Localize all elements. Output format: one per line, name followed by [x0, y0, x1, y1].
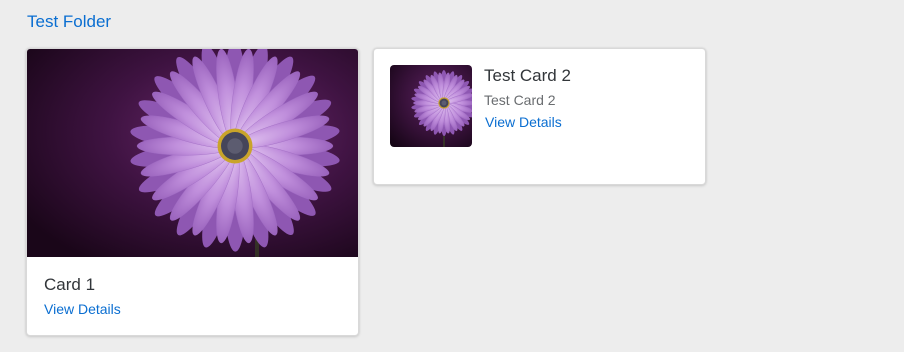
card-2-subtitle: Test Card 2 [484, 92, 556, 108]
card-1-view-details-link[interactable]: View Details [44, 301, 121, 318]
card-2[interactable]: Test Card 2 Test Card 2 View Details [373, 48, 706, 185]
card-2-view-details-link[interactable]: View Details [485, 114, 562, 131]
card-1-image [27, 49, 358, 257]
folder-title[interactable]: Test Folder [27, 12, 111, 32]
card-2-thumbnail [390, 65, 472, 147]
card-1-title: Card 1 [44, 275, 96, 294]
card-1[interactable]: Card 1 View Details [26, 48, 359, 336]
card-2-title: Test Card 2 [484, 66, 571, 85]
